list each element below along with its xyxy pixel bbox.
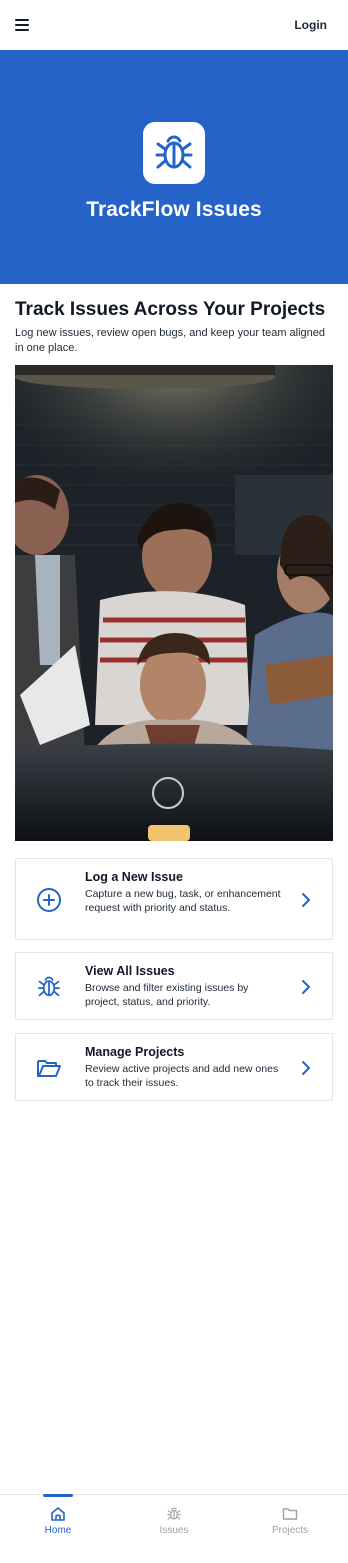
nav-home[interactable]: Home [0, 1494, 116, 1563]
card-text: Manage Projects Review active projects a… [85, 1044, 285, 1090]
card-description: Review active projects and add new ones … [85, 1063, 279, 1089]
nav-issues[interactable]: Issues [116, 1495, 232, 1563]
view-all-issues-card[interactable]: View All Issues Browse and filter existi… [15, 952, 333, 1020]
active-tab-indicator [43, 1494, 73, 1497]
hamburger-menu-icon[interactable] [15, 19, 29, 31]
login-link[interactable]: Login [294, 18, 327, 32]
card-description: Browse and filter existing issues by pro… [85, 982, 249, 1008]
folder-icon [35, 1054, 63, 1082]
home-icon [51, 1507, 65, 1521]
bug-icon [35, 973, 63, 1001]
card-text: Log a New Issue Capture a new bug, task,… [85, 869, 285, 915]
nav-label-projects: Projects [271, 1525, 309, 1536]
card-description: Capture a new bug, task, or enhancement … [85, 888, 281, 914]
intro-section: Track Issues Across Your Projects Log ne… [15, 298, 335, 355]
app-title: TrackFlow Issues [86, 198, 262, 221]
nav-label-issues: Issues [159, 1525, 189, 1536]
chevron-right-icon [302, 893, 310, 907]
team-photo-illustration [15, 365, 333, 841]
bug-icon [155, 135, 193, 169]
team-photo [15, 365, 333, 841]
card-title: Log a New Issue [85, 870, 183, 884]
card-title: Manage Projects [85, 1045, 185, 1059]
nav-projects[interactable]: Projects [232, 1495, 348, 1563]
bottom-navigation: Home Issues Projects [0, 1494, 348, 1563]
page-subtext: Log new issues, review open bugs, and ke… [15, 327, 326, 354]
top-bar: Login [0, 0, 348, 50]
bug-icon [167, 1507, 181, 1520]
log-new-issue-card[interactable]: Log a New Issue Capture a new bug, task,… [15, 858, 333, 940]
chevron-right-icon [302, 980, 310, 994]
folder-icon [282, 1508, 298, 1520]
chevron-right-icon [302, 1061, 310, 1075]
plus-circle-icon [35, 886, 63, 914]
page-heading: Track Issues Across Your Projects [15, 299, 326, 320]
manage-projects-card[interactable]: Manage Projects Review active projects a… [15, 1033, 333, 1101]
hero-banner: TrackFlow Issues [0, 50, 348, 284]
card-text: View All Issues Browse and filter existi… [85, 963, 285, 1009]
nav-label-home: Home [44, 1525, 72, 1536]
app-logo [143, 122, 205, 184]
card-title: View All Issues [85, 964, 175, 978]
